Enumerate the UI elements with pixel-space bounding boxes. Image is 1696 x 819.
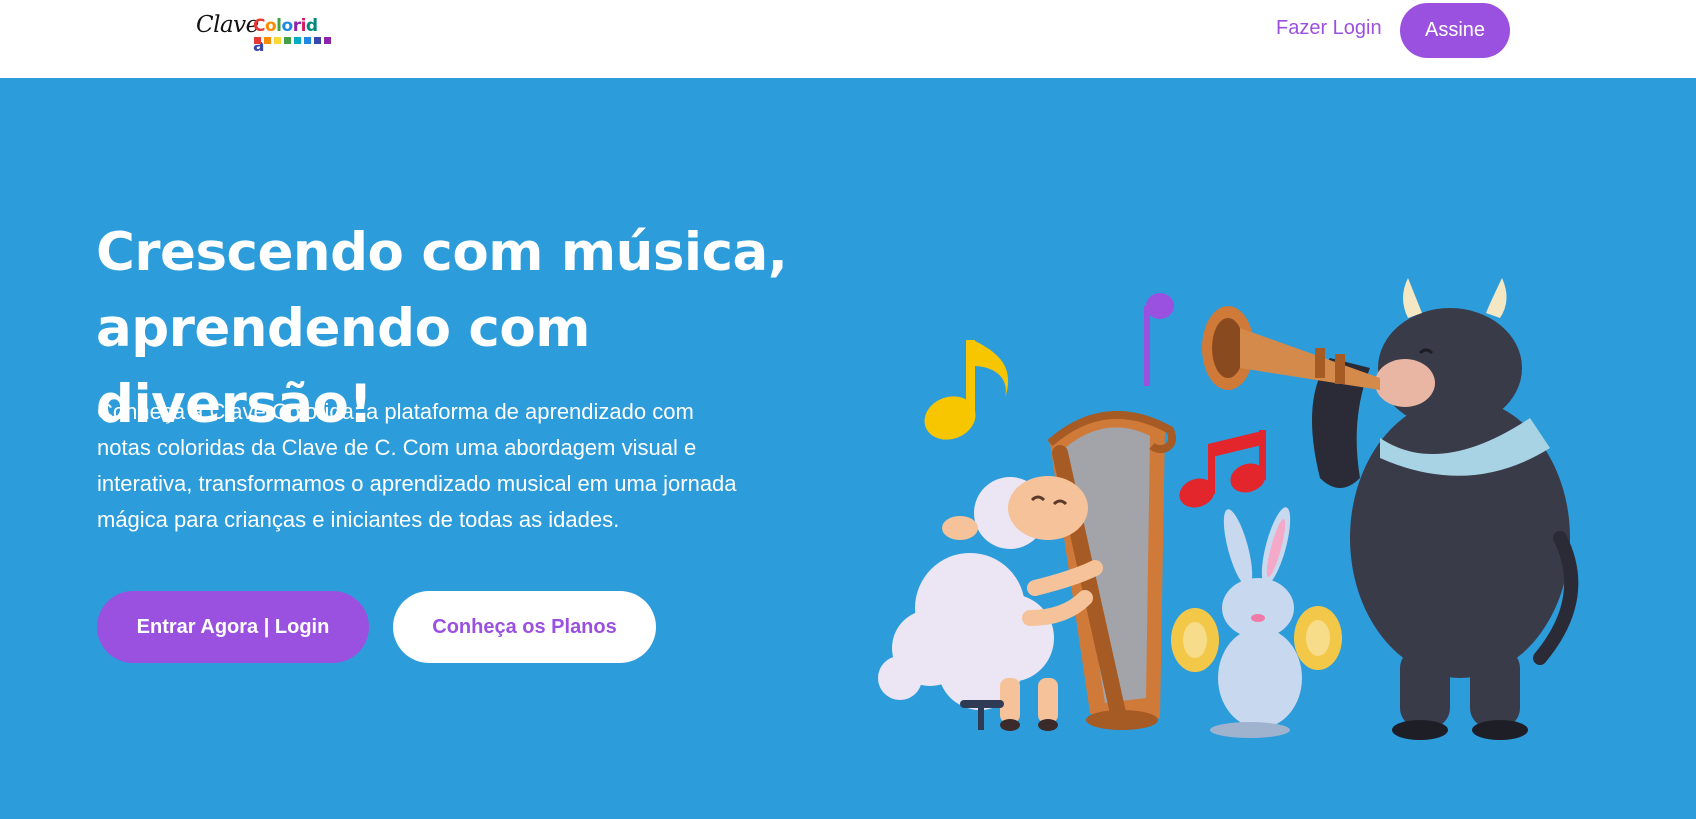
logo-letter: r [292, 16, 301, 36]
logo-color-square [324, 37, 331, 44]
purple-music-note-icon [1144, 293, 1174, 386]
logo-color-square [264, 37, 271, 44]
logo-letter: o [281, 16, 294, 36]
logo-color-square [294, 37, 301, 44]
logo-color-square [284, 37, 291, 44]
login-link[interactable]: Fazer Login [1276, 17, 1382, 40]
logo-letter: d [305, 16, 318, 36]
clave-colorida-logo[interactable]: Clave Colorida [196, 10, 331, 56]
musical-animals-illustration [878, 278, 1579, 740]
logo-color-squares [254, 37, 331, 44]
logo-color-square [304, 37, 311, 44]
trumpet-icon [1202, 306, 1380, 390]
bull-icon [1312, 278, 1579, 740]
yellow-music-note-icon [924, 340, 1009, 440]
enter-login-button[interactable]: Entrar Agora | Login [97, 591, 369, 663]
red-music-notes-icon [1179, 430, 1266, 508]
hero-title-line-1: Crescendo com música, [96, 222, 788, 283]
logo-color-square [254, 37, 261, 44]
hero-description: Conheça a Clave Colorida: a plataforma d… [97, 399, 737, 532]
top-navbar: Clave Colorida Fazer Login Assine [0, 0, 1696, 78]
logo-color-square [314, 37, 321, 44]
logo-word-colorida: Colorida [253, 16, 328, 56]
subscribe-button[interactable]: Assine [1400, 3, 1510, 58]
rabbit-icon [1171, 507, 1342, 738]
hero-section: Crescendo com música, aprendendo com div… [0, 78, 1696, 819]
logo-letter: C [253, 16, 265, 36]
logo-letter: o [264, 16, 277, 36]
logo-word-clave: Clave [196, 12, 259, 38]
logo-color-square [274, 37, 281, 44]
see-plans-button[interactable]: Conheça os Planos [393, 591, 656, 663]
sheep-icon [878, 476, 1103, 731]
